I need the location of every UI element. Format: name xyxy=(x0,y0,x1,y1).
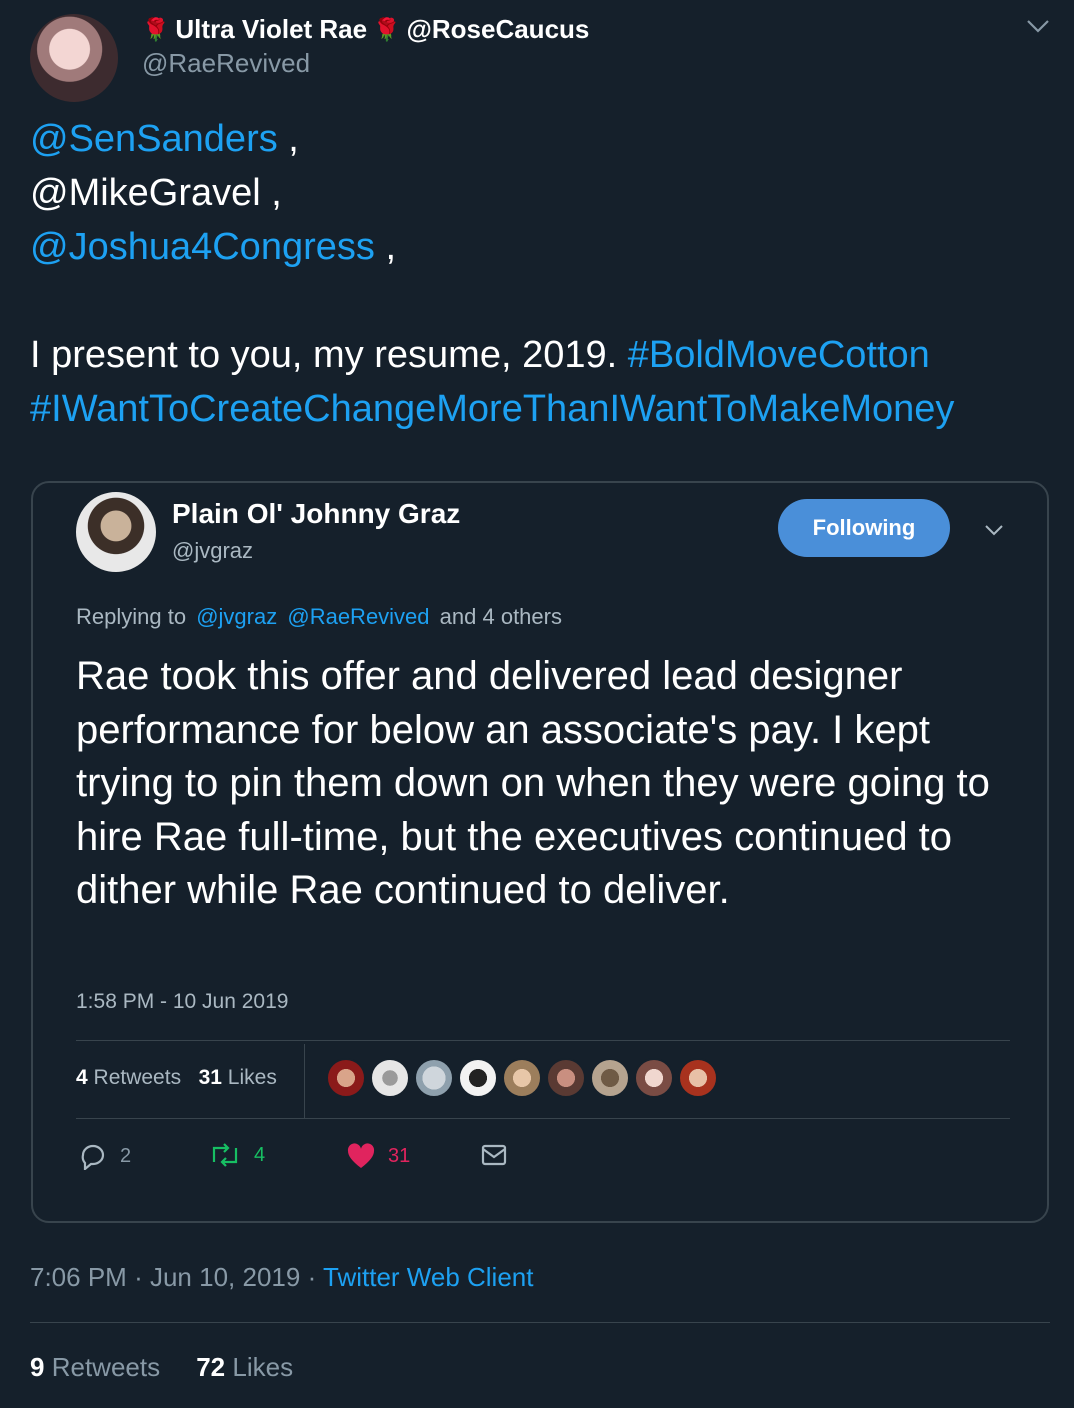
comma: , xyxy=(385,226,397,268)
tweet-totals: 9 Retweets 72 Likes xyxy=(30,1352,293,1383)
total-likes-count[interactable]: 72 xyxy=(196,1352,225,1382)
retweet-count: 4 xyxy=(254,1143,266,1166)
mention-text: @MikeGravel xyxy=(30,172,261,214)
tweet-date[interactable]: Jun 10, 2019 xyxy=(150,1262,300,1292)
replying-to: Replying to @jvgraz @RaeRevived and 4 ot… xyxy=(76,604,566,630)
like-count: 31 xyxy=(388,1144,411,1167)
mention-link[interactable]: @SenSanders xyxy=(30,118,278,160)
comma: , xyxy=(288,118,299,160)
rose-icon: 🌹 xyxy=(373,16,401,42)
quoted-author-name[interactable]: Plain Ol' Johnny Graz xyxy=(172,498,460,530)
likes-count[interactable]: 31 xyxy=(199,1066,222,1089)
reply-count: 2 xyxy=(120,1144,132,1167)
reply-action[interactable]: 2 xyxy=(78,1142,131,1170)
rose-icon: 🌹 xyxy=(142,16,170,42)
likers-avatars xyxy=(326,1058,718,1098)
client-link[interactable]: Twitter Web Client xyxy=(323,1262,533,1292)
tweet-body: I present to you, my resume, 2019. xyxy=(30,334,618,376)
divider xyxy=(76,1118,1010,1119)
liker-avatar[interactable] xyxy=(546,1058,586,1098)
liker-avatar[interactable] xyxy=(458,1058,498,1098)
total-retweets-count[interactable]: 9 xyxy=(30,1352,44,1382)
author-screen-name[interactable]: @RaeRevived xyxy=(142,48,310,79)
author-name: Ultra Violet Rae xyxy=(175,14,368,44)
liker-avatar[interactable] xyxy=(414,1058,454,1098)
total-retweets-label[interactable]: Retweets xyxy=(52,1352,160,1382)
replying-handle-link[interactable]: @RaeRevived xyxy=(287,604,429,629)
tweet-time[interactable]: 7:06 PM xyxy=(30,1262,127,1292)
mention-link[interactable]: @Joshua4Congress xyxy=(30,226,375,268)
divider xyxy=(304,1044,305,1118)
author-avatar[interactable] xyxy=(30,14,118,102)
quoted-author-avatar[interactable] xyxy=(76,492,156,572)
liker-avatar[interactable] xyxy=(634,1058,674,1098)
separator: · xyxy=(134,1262,143,1292)
total-likes-label[interactable]: Likes xyxy=(232,1352,293,1382)
tweet-text: @SenSanders , @MikeGravel , @Joshua4Cong… xyxy=(30,112,1050,436)
quoted-timestamp[interactable]: 1:58 PM - 10 Jun 2019 xyxy=(76,990,288,1014)
chevron-down-icon[interactable] xyxy=(982,522,1006,538)
reply-icon xyxy=(81,1144,105,1170)
quoted-stats: 4 Retweets 31 Likes xyxy=(76,1066,277,1090)
hashtag-link[interactable]: #IWantToCreateChangeMoreThanIWantToMakeM… xyxy=(30,388,954,430)
message-action[interactable] xyxy=(480,1142,508,1168)
quoted-author-handle[interactable]: @jvgraz xyxy=(172,538,253,564)
liker-avatar[interactable] xyxy=(502,1058,542,1098)
likes-label[interactable]: Likes xyxy=(228,1066,277,1089)
retweets-count[interactable]: 4 xyxy=(76,1066,88,1089)
chevron-down-icon[interactable] xyxy=(1024,16,1052,36)
quoted-tweet-text: Rae took this offer and delivered lead d… xyxy=(76,654,990,912)
following-button[interactable]: Following xyxy=(778,499,950,557)
divider xyxy=(30,1322,1050,1323)
retweet-icon xyxy=(212,1143,238,1167)
comma: , xyxy=(271,172,282,214)
liker-avatar[interactable] xyxy=(590,1058,630,1098)
tweet-meta: 7:06 PM · Jun 10, 2019 · Twitter Web Cli… xyxy=(30,1262,533,1293)
envelope-icon xyxy=(481,1144,507,1166)
heart-icon xyxy=(347,1143,375,1168)
liker-avatar[interactable] xyxy=(678,1058,718,1098)
author-name-handle: @RoseCaucus xyxy=(406,14,590,44)
retweet-action[interactable]: 4 xyxy=(208,1142,265,1168)
liker-avatar[interactable] xyxy=(326,1058,366,1098)
retweets-label[interactable]: Retweets xyxy=(94,1066,182,1089)
replying-suffix[interactable]: and 4 others xyxy=(440,604,562,629)
replying-prefix: Replying to xyxy=(76,604,187,629)
hashtag-link[interactable]: #BoldMoveCotton xyxy=(628,334,930,376)
author-display-name[interactable]: 🌹 Ultra Violet Rae 🌹 @RoseCaucus xyxy=(142,14,589,45)
divider xyxy=(76,1040,1010,1041)
liker-avatar[interactable] xyxy=(370,1058,410,1098)
separator: · xyxy=(307,1262,317,1292)
like-action[interactable]: 31 xyxy=(346,1142,410,1170)
replying-handle-link[interactable]: @jvgraz xyxy=(196,604,277,629)
